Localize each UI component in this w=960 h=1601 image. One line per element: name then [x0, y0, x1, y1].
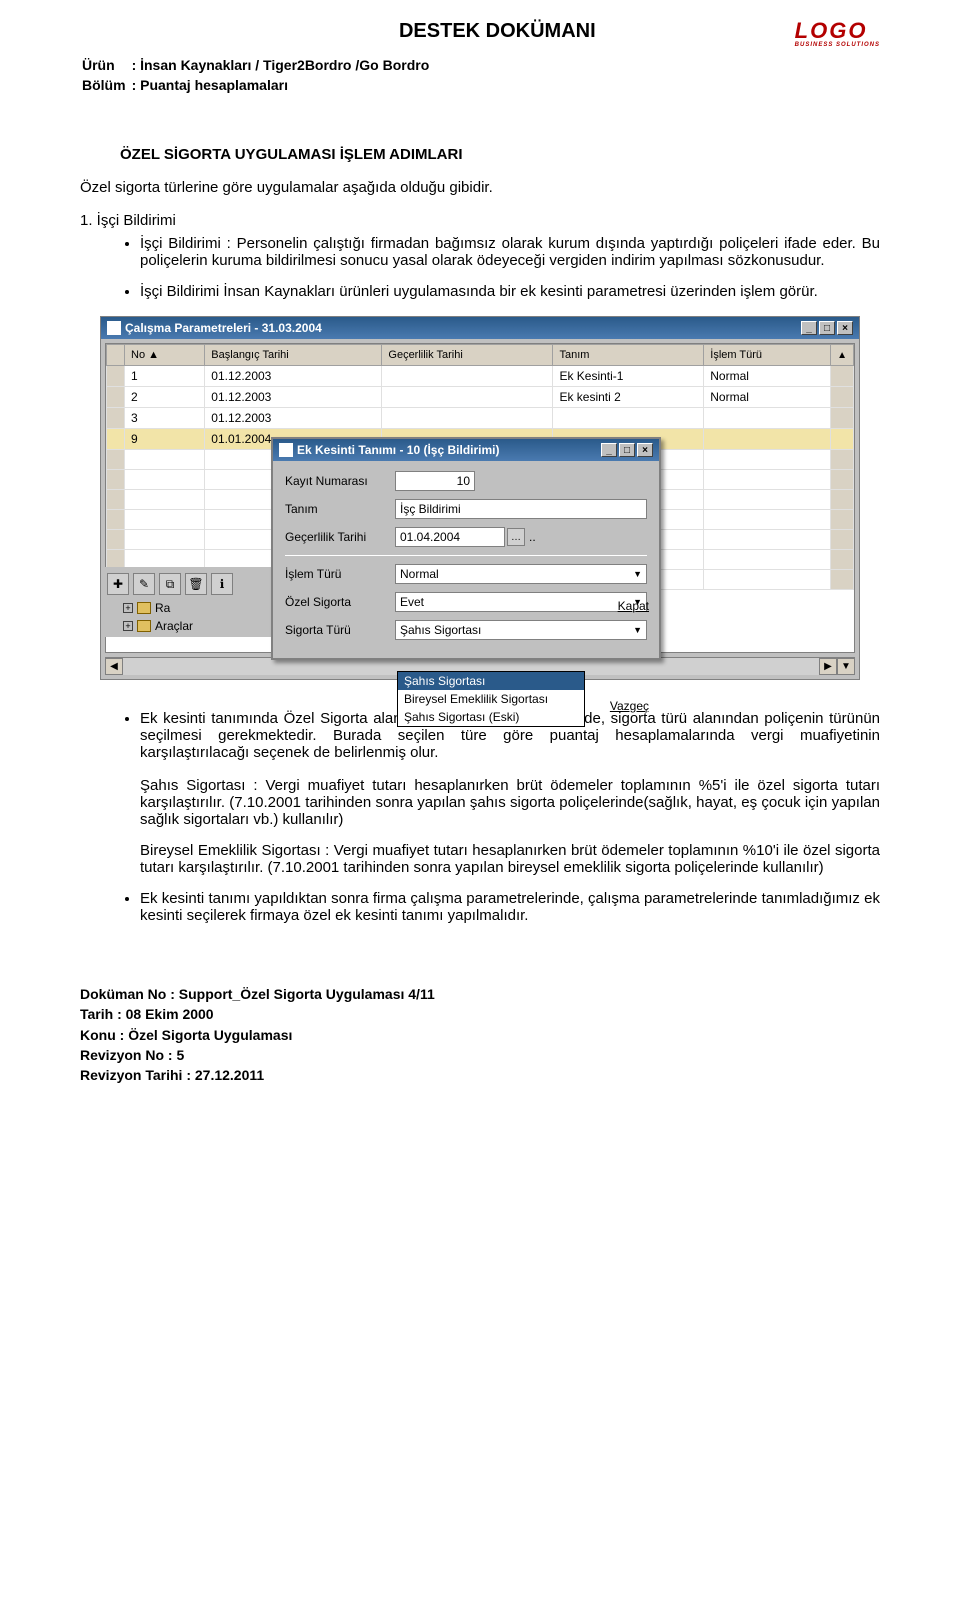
kayit-label: Kayıt Numarası	[285, 474, 395, 488]
close-icon[interactable]: ×	[637, 443, 653, 457]
bullet: İşçi Bildirimi : Personelin çalıştığı fi…	[140, 235, 880, 269]
doc-title: DESTEK DOKÜMANI	[200, 20, 795, 43]
new-icon[interactable]: ✚	[107, 573, 129, 595]
dropdown-option[interactable]: Bireysel Emeklilik Sigortası	[398, 690, 584, 708]
nested-para: Bireysel Emeklilik Sigortası : Vergi mua…	[140, 842, 880, 876]
expand-icon[interactable]: +	[123, 603, 133, 613]
col-gecerlilik[interactable]: Geçerlilik Tarihi	[382, 345, 553, 366]
dots-label: ..	[529, 530, 536, 544]
step-1-heading: 1. İşçi Bildirimi	[80, 212, 880, 229]
dropdown-option[interactable]: Şahıs Sigortası	[398, 672, 584, 690]
bullet: Ek kesinti tanımı yapıldıktan sonra firm…	[140, 890, 880, 924]
logo-subtext: BUSINESS SOLUTIONS	[795, 42, 880, 48]
footer-line: Revizyon No : 5	[80, 1045, 880, 1065]
date-picker-icon[interactable]: …	[507, 528, 525, 546]
inner-window-title: Ek Kesinti Tanımı - 10 (İşç Bildirimi)	[297, 443, 500, 457]
logo-text: LOGO	[795, 18, 868, 43]
scroll-down-icon[interactable]: ▼	[837, 658, 855, 675]
tree-label: Ra	[155, 601, 170, 615]
folder-icon	[137, 620, 151, 632]
bullet: İşçi Bildirimi İnsan Kaynakları ürünleri…	[140, 283, 880, 300]
folder-icon	[137, 602, 151, 614]
table-row[interactable]: 3 01.12.2003	[107, 408, 854, 429]
expand-icon[interactable]: +	[123, 621, 133, 631]
bolum-label: Bölüm	[82, 76, 130, 94]
grid-corner	[107, 345, 125, 366]
left-toolbar: ✚ ✎ ⧉ 🗑 ℹ + Ra + Araçlar	[101, 567, 271, 637]
chevron-down-icon: ▼	[633, 625, 642, 635]
tree-item[interactable]: + Araçlar	[105, 619, 267, 633]
section-intro: Özel sigorta türlerine göre uygulamalar …	[80, 179, 880, 196]
top-bullet-list: İşçi Bildirimi : Personelin çalıştığı fi…	[80, 235, 880, 300]
ozel-label: Özel Sigorta	[285, 595, 395, 609]
delete-icon[interactable]: 🗑	[185, 573, 207, 595]
gecerlilik-label: Geçerlilik Tarihi	[285, 530, 395, 544]
col-tanim[interactable]: Tanım	[553, 345, 704, 366]
tanim-label: Tanım	[285, 502, 395, 516]
screenshot-outer-window: Çalışma Parametreleri - 31.03.2004 _ □ ×…	[100, 316, 860, 680]
footer-line: Revizyon Tarihi : 27.12.2011	[80, 1065, 880, 1085]
col-no[interactable]: No ▲	[125, 345, 205, 366]
window-icon	[107, 321, 121, 335]
inner-window: Ek Kesinti Tanımı - 10 (İşç Bildirimi) _…	[271, 437, 661, 660]
col-islem[interactable]: İşlem Türü	[704, 345, 831, 366]
urun-label: Ürün	[82, 56, 130, 74]
divider	[285, 555, 647, 556]
sigorta-select[interactable]: Şahıs Sigortası ▼	[395, 620, 647, 640]
page-header: DESTEK DOKÜMANI LOGO BUSINESS SOLUTIONS	[80, 20, 880, 48]
tree-label: Araçlar	[155, 619, 193, 633]
scroll-up-icon[interactable]: ▲	[831, 345, 854, 366]
dropdown-option[interactable]: Şahıs Sigortası (Eski)	[398, 708, 584, 726]
outer-window-title: Çalışma Parametreleri - 31.03.2004	[125, 321, 322, 335]
meta-table: Ürün : İnsan Kaynakları / Tiger2Bordro /…	[80, 54, 435, 96]
nested-para: Şahıs Sigortası : Vergi muafiyet tutarı …	[140, 777, 880, 828]
islem-label: İşlem Türü	[285, 567, 395, 581]
scroll-right-icon[interactable]: ▶	[819, 658, 837, 675]
tanim-input[interactable]: İşç Bildirimi	[395, 499, 647, 519]
section-title: ÖZEL SİGORTA UYGULAMASI İŞLEM ADIMLARI	[120, 146, 880, 163]
footer-line: Tarih : 08 Ekim 2000	[80, 1004, 880, 1024]
info-icon[interactable]: ℹ	[211, 573, 233, 595]
minimize-icon[interactable]: _	[601, 443, 617, 457]
footer-line: Doküman No : Support_Özel Sigorta Uygula…	[80, 984, 880, 1004]
maximize-icon[interactable]: □	[819, 321, 835, 335]
minimize-icon[interactable]: _	[801, 321, 817, 335]
close-icon[interactable]: ×	[837, 321, 853, 335]
table-row[interactable]: 1 01.12.2003 Ek Kesinti-1 Normal	[107, 366, 854, 387]
maximize-icon[interactable]: □	[619, 443, 635, 457]
tree-item[interactable]: + Ra	[105, 601, 267, 615]
sigorta-label: Sigorta Türü	[285, 623, 395, 637]
outer-window-titlebar[interactable]: Çalışma Parametreleri - 31.03.2004 _ □ ×	[101, 317, 859, 339]
vazgec-button[interactable]: Vazgeç	[589, 699, 649, 713]
islem-select[interactable]: Normal ▼	[395, 564, 647, 584]
col-baslangic[interactable]: Başlangıç Tarihi	[205, 345, 382, 366]
table-row[interactable]: 2 01.12.2003 Ek kesinti 2 Normal	[107, 387, 854, 408]
edit-icon[interactable]: ✎	[133, 573, 155, 595]
kayit-input[interactable]: 10	[395, 471, 475, 491]
last-bullet-list: Ek kesinti tanımı yapıldıktan sonra firm…	[80, 890, 880, 924]
page-footer: Doküman No : Support_Özel Sigorta Uygula…	[80, 984, 880, 1085]
gecerlilik-input[interactable]: 01.04.2004	[395, 527, 505, 547]
scroll-left-icon[interactable]: ◀	[105, 658, 123, 675]
sigorta-dropdown-list[interactable]: Şahıs Sigortası Bireysel Emeklilik Sigor…	[397, 671, 585, 727]
kapat-button[interactable]: Kapat	[589, 599, 649, 613]
window-icon	[279, 443, 293, 457]
logo: LOGO BUSINESS SOLUTIONS	[795, 20, 880, 48]
urun-value: : İnsan Kaynakları / Tiger2Bordro /Go Bo…	[132, 56, 434, 74]
bolum-value: : Puantaj hesaplamaları	[132, 76, 434, 94]
chevron-down-icon: ▼	[633, 569, 642, 579]
footer-line: Konu : Özel Sigorta Uygulaması	[80, 1025, 880, 1045]
copy-icon[interactable]: ⧉	[159, 573, 181, 595]
inner-window-titlebar[interactable]: Ek Kesinti Tanımı - 10 (İşç Bildirimi) _…	[273, 439, 659, 461]
